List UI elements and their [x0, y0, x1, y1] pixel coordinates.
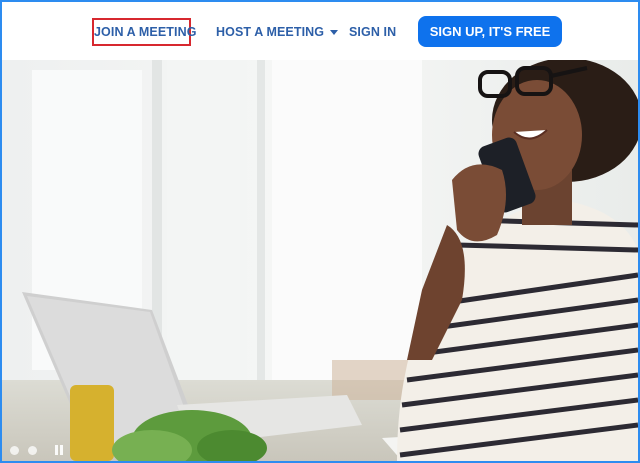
- carousel-dot[interactable]: [28, 446, 37, 455]
- host-meeting-dropdown[interactable]: HOST A MEETING: [216, 18, 339, 46]
- hero-image: [2, 60, 638, 461]
- hero-photo: [2, 60, 638, 461]
- page-frame: JOIN A MEETING HOST A MEETING SIGN IN SI…: [0, 0, 640, 463]
- host-meeting-label: HOST A MEETING: [216, 25, 325, 39]
- chevron-down-icon: [330, 30, 339, 36]
- join-meeting-link[interactable]: JOIN A MEETING: [92, 18, 196, 46]
- pause-icon[interactable]: [52, 444, 66, 456]
- carousel-dot[interactable]: [10, 446, 19, 455]
- sign-in-link[interactable]: SIGN IN: [349, 18, 396, 46]
- top-navigation: JOIN A MEETING HOST A MEETING SIGN IN SI…: [2, 2, 638, 60]
- carousel-controls: [2, 442, 102, 461]
- sign-up-button[interactable]: SIGN UP, IT'S FREE: [418, 16, 562, 47]
